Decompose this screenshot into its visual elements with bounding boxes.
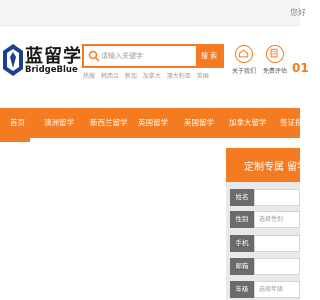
about-us-label: 关于我们 [231,68,256,75]
nav-item-home[interactable]: 首页 [10,108,25,138]
form-row-gender: 性别 选择性别 [230,211,300,228]
top-bar-text: 您好 [290,8,306,17]
hot-links: 热搜 韩西兰 新加 加拿大 澳大利亚 英国 [83,71,223,81]
free-assessment-button[interactable]: 免费评估 [260,45,290,79]
free-assessment-label: 免费评估 [262,68,287,75]
hot-link[interactable]: 热搜 [83,71,95,80]
form-label: 姓名 [230,189,254,206]
form-header: 定制专属 留学方 [226,148,317,182]
logo-mark-icon [3,44,23,76]
gender-select[interactable]: 选择性别 [254,211,300,228]
email-field[interactable] [254,258,300,275]
nav-item-australia[interactable]: 澳洲留学 [44,108,74,138]
logo-text-en: BridgeBlue [25,65,78,75]
info-icon [235,45,253,63]
form-row-email: 邮箱 [230,258,300,275]
nav-item-uk[interactable]: 英国留学 [138,108,168,138]
nav-item-visa[interactable]: 签证指南 [280,108,310,138]
form-title: 定制专属 留学方 [244,162,318,173]
nav-item-usa[interactable]: 美国留学 [184,108,214,138]
form-label: 邮箱 [230,258,254,275]
search-input[interactable] [101,48,195,64]
nav-item-canada[interactable]: 加拿大留学 [229,108,267,138]
hot-link[interactable]: 澳大利亚 [167,71,191,80]
hot-link[interactable]: 英国 [197,71,209,80]
form-label: 性别 [230,211,254,228]
phone-field[interactable] [254,235,300,252]
nav-item-new-zealand[interactable]: 新西兰留学 [90,108,128,138]
hot-link[interactable]: 新加 [125,71,137,80]
grade-select[interactable]: 选择年级 [254,281,300,298]
main-nav: 首页 澳洲留学 新西兰留学 英国留学 美国留学 加拿大留学 签证指南 [0,108,310,138]
form-label: 年级 [230,281,254,298]
form-row-name: 姓名 [230,189,300,206]
top-bar: 您好 [0,0,306,26]
form-row-phone: 手机 [230,235,300,252]
search-icon [88,50,100,62]
consultation-form-panel: 定制专属 留学方 姓名 性别 选择性别 手机 邮箱 年级 选择年级 [226,148,317,300]
logo[interactable]: 蓝留学 BridgeBlue [0,42,81,80]
form-label: 手机 [230,235,254,252]
nav-active-indicator [0,138,30,142]
hot-link[interactable]: 韩西兰 [101,71,119,80]
name-field[interactable] [254,189,300,206]
search-box: 搜 索 [82,44,224,68]
about-us-button[interactable]: 关于我们 [229,45,259,79]
hot-link[interactable]: 加拿大 [143,71,161,80]
search-button[interactable]: 搜 索 [196,46,222,66]
form-row-grade: 年级 选择年级 [230,281,300,298]
assessment-icon [266,45,284,63]
hotline-number: 01 [292,61,309,75]
